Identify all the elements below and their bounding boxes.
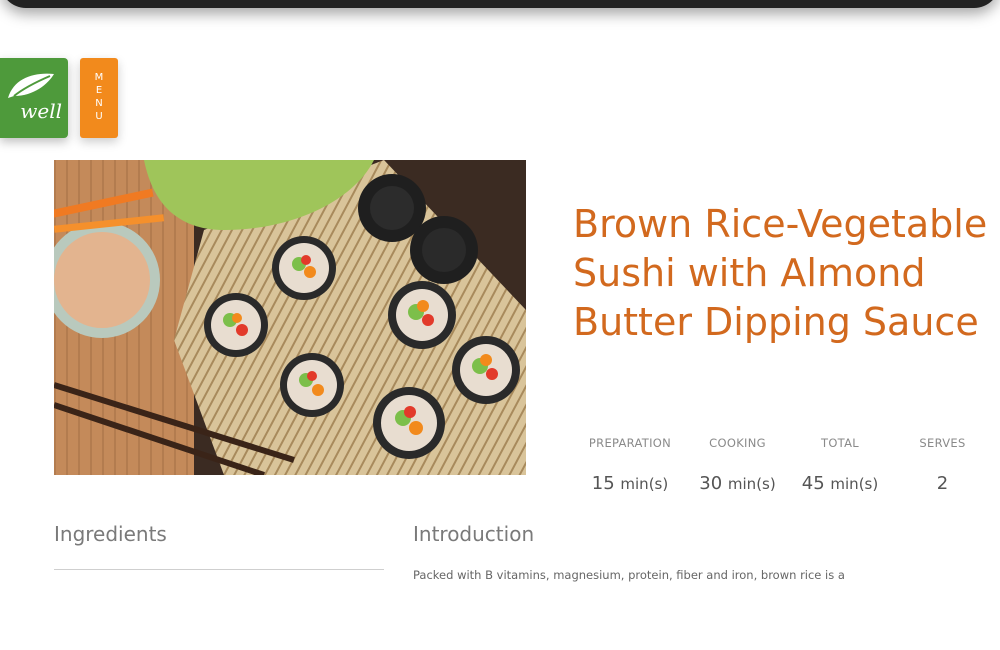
- stat-label: PREPARATION: [588, 436, 672, 450]
- stat-value: 2: [936, 473, 949, 494]
- window-top-edge: [0, 0, 1000, 8]
- menu-button[interactable]: MENU: [80, 58, 118, 138]
- stat-label: SERVES: [919, 436, 966, 450]
- ingredients-heading: Ingredients: [54, 522, 167, 546]
- stat-value: 30 min(s): [699, 473, 776, 494]
- leaf-logo-icon: [8, 73, 54, 98]
- stat-cooking: COOKING 30 min(s): [685, 436, 790, 494]
- stat-serves: SERVES 2: [900, 436, 985, 494]
- brand-logo-text: well: [20, 99, 62, 123]
- brand-logo[interactable]: well: [0, 58, 68, 138]
- introduction-heading: Introduction: [413, 522, 535, 546]
- recipe-photo: [54, 160, 526, 475]
- stat-preparation: PREPARATION 15 min(s): [575, 436, 685, 494]
- stat-value: 45 min(s): [801, 473, 879, 494]
- ingredients-divider: [54, 569, 384, 570]
- stat-label: COOKING: [709, 436, 766, 450]
- introduction-text: Packed with B vitamins, magnesium, prote…: [413, 568, 845, 582]
- stat-value: 15 min(s): [591, 473, 669, 494]
- menu-label: MENU: [93, 72, 105, 124]
- stat-total: TOTAL 45 min(s): [790, 436, 890, 494]
- stat-label: TOTAL: [821, 436, 859, 450]
- recipe-title: Brown Rice-Vegetable Sushi with Almond B…: [573, 202, 988, 344]
